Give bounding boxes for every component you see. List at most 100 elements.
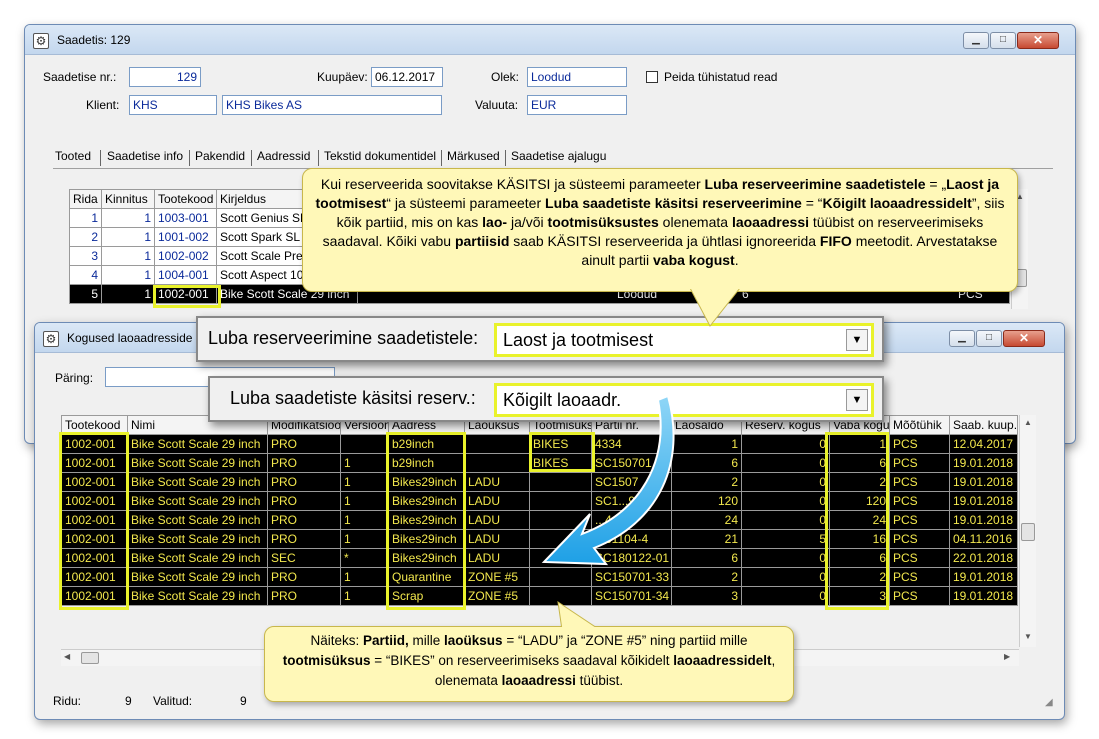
cell-address: Bikes29inch bbox=[388, 529, 465, 549]
scroll-up-icon[interactable]: ▲ bbox=[1020, 415, 1036, 431]
cell-arrival-date: 22.01.2018 bbox=[949, 548, 1018, 568]
tab-packages[interactable]: Pakendid bbox=[195, 149, 245, 163]
cell-modification: PRO bbox=[267, 453, 341, 473]
tab-addresses[interactable]: Aadressid bbox=[257, 149, 310, 163]
cell-free-qty: 2 bbox=[829, 567, 890, 587]
shipment-titlebar[interactable]: ⚙ Saadetis: 129 ▁ □ ✕ bbox=[25, 25, 1075, 55]
shipment-number-field[interactable]: 129 bbox=[129, 67, 201, 87]
app-icon: ⚙ bbox=[33, 33, 49, 49]
hide-cancelled-checkbox[interactable] bbox=[646, 71, 658, 83]
cell-reserved-qty: 0 bbox=[741, 491, 830, 511]
cell-arrival-date: 04.11.2016 bbox=[949, 529, 1018, 549]
window-title: Saadetis: 129 bbox=[57, 33, 131, 47]
cell-name: Bike Scott Scale 29 inch bbox=[127, 491, 268, 511]
cell-free-qty: 120 bbox=[829, 491, 890, 511]
callout-pointer bbox=[557, 600, 602, 630]
hide-cancelled-label: Peida tühistatud read bbox=[664, 70, 778, 84]
cell-confirm: 1 bbox=[101, 246, 155, 266]
cell-modification: PRO bbox=[267, 472, 341, 492]
cell-free-qty: 3 bbox=[829, 586, 890, 606]
cell-unit: PCS bbox=[889, 510, 950, 530]
cell-reserved-qty: 0 bbox=[741, 510, 830, 530]
cell-arrival-date: 19.01.2018 bbox=[949, 491, 1018, 511]
cell-product-code: 1002-001 bbox=[61, 586, 128, 606]
cell-arrival-date: 19.01.2018 bbox=[949, 567, 1018, 587]
cell-address: b29inch bbox=[388, 434, 465, 454]
cell-arrival-date: 12.04.2017 bbox=[949, 434, 1018, 454]
tab-separator bbox=[441, 150, 442, 166]
cell-version: 1 bbox=[340, 586, 389, 606]
cell-name: Bike Scott Scale 29 inch bbox=[127, 472, 268, 492]
cell-unit: PCS bbox=[889, 491, 950, 511]
tab-shipment-info[interactable]: Saadetise info bbox=[107, 149, 183, 163]
cell-name: Bike Scott Scale 29 inch bbox=[127, 548, 268, 568]
cell-modification: SEC bbox=[267, 548, 341, 568]
cell-version bbox=[340, 434, 389, 454]
tab-shipment-history[interactable]: Saadetise ajalugu bbox=[511, 149, 606, 163]
client-code-field[interactable]: KHS bbox=[129, 95, 217, 115]
close-button[interactable]: ✕ bbox=[1003, 330, 1045, 347]
tab-separator bbox=[505, 150, 506, 166]
close-button[interactable]: ✕ bbox=[1017, 32, 1059, 49]
cell-free-qty: 6 bbox=[829, 453, 890, 473]
tab-separator bbox=[318, 150, 319, 166]
cell-modification: PRO bbox=[267, 434, 341, 454]
client-label: Klient: bbox=[86, 98, 120, 112]
app-icon: ⚙ bbox=[43, 331, 59, 347]
col-header-product-code[interactable]: Tootekood bbox=[154, 189, 217, 209]
cell-reserved-qty: 0 bbox=[741, 586, 830, 606]
scroll-right-icon[interactable]: ▶ bbox=[1004, 652, 1010, 661]
cell-unit: PCS bbox=[889, 586, 950, 606]
cell-reserved-qty: 0 bbox=[741, 567, 830, 587]
cell-product-code: 1002-001 bbox=[154, 284, 217, 304]
cell-free-qty: 6 bbox=[829, 548, 890, 568]
scroll-left-icon[interactable]: ◀ bbox=[64, 652, 70, 661]
param-reservation-select[interactable]: Laost ja tootmisest bbox=[494, 323, 874, 357]
col-header-product-code[interactable]: Tootekood bbox=[61, 415, 128, 435]
cell-arrival-date: 19.01.2018 bbox=[949, 586, 1018, 606]
cell-address: Scrap bbox=[388, 586, 465, 606]
chevron-down-icon[interactable]: ▼ bbox=[846, 329, 868, 351]
chevron-down-icon[interactable]: ▼ bbox=[846, 389, 868, 411]
col-header-unit[interactable]: Mõõtühik bbox=[889, 415, 950, 435]
scroll-thumb[interactable] bbox=[1021, 523, 1035, 541]
cell-product-code: 1002-001 bbox=[61, 491, 128, 511]
cell-product-code: 1002-001 bbox=[61, 529, 128, 549]
cell-modification: PRO bbox=[267, 529, 341, 549]
col-header-row[interactable]: Rida bbox=[69, 189, 102, 209]
minimize-button[interactable]: ▁ bbox=[949, 330, 975, 347]
cell-reserved-qty: 0 bbox=[741, 548, 830, 568]
cell-free-qty: 2 bbox=[829, 472, 890, 492]
maximize-button[interactable]: □ bbox=[976, 330, 1002, 347]
col-header-arrival-date[interactable]: Saab. kuup. bbox=[949, 415, 1018, 435]
state-label: Olek: bbox=[491, 70, 520, 84]
cell-version: 1 bbox=[340, 567, 389, 587]
resize-grip-icon[interactable]: ◢ bbox=[1045, 697, 1053, 708]
maximize-button[interactable]: □ bbox=[990, 32, 1016, 49]
param-reservation-label: Luba reserveerimine saadetistele: bbox=[208, 328, 479, 348]
tab-products[interactable]: Tooted bbox=[55, 149, 91, 163]
date-field[interactable]: 06.12.2017 bbox=[371, 67, 443, 87]
cell-row: 5 bbox=[69, 284, 102, 304]
cell-stock-balance: 3 bbox=[671, 586, 742, 606]
hscroll-thumb[interactable] bbox=[81, 652, 99, 664]
tab-separator bbox=[189, 150, 190, 166]
currency-field[interactable]: EUR bbox=[527, 95, 627, 115]
cell-confirm: 1 bbox=[101, 208, 155, 228]
cell-modification: PRO bbox=[267, 491, 341, 511]
query-label: Päring: bbox=[55, 371, 94, 385]
minimize-button[interactable]: ▁ bbox=[963, 32, 989, 49]
client-name-field[interactable]: KHS Bikes AS bbox=[222, 95, 442, 115]
cell-address: b29inch bbox=[388, 453, 465, 473]
col-header-confirm[interactable]: Kinnitus bbox=[101, 189, 155, 209]
cell-row: 1 bbox=[69, 208, 102, 228]
quantities-vscrollbar[interactable]: ▲ ▼ bbox=[1019, 415, 1036, 647]
tab-notes[interactable]: Märkused bbox=[447, 149, 500, 163]
cell-product-code: 1002-001 bbox=[61, 510, 128, 530]
state-field[interactable]: Loodud bbox=[527, 67, 627, 87]
date-label: Kuupäev: bbox=[317, 70, 368, 84]
cell-unit: PCS bbox=[889, 434, 950, 454]
cell-version: * bbox=[340, 548, 389, 568]
tab-document-texts[interactable]: Tekstid dokumentidel bbox=[324, 149, 436, 163]
scroll-down-icon[interactable]: ▼ bbox=[1020, 629, 1036, 645]
